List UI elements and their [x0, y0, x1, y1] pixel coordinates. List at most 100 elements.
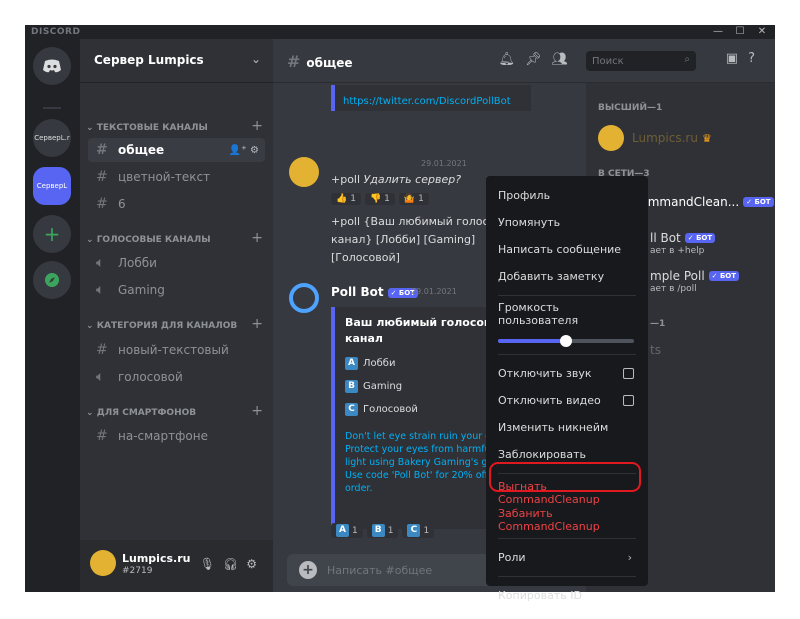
members-header: ⌕ ▣?: [586, 39, 775, 83]
menu-item-change-nickname[interactable]: Изменить никнейм: [494, 414, 640, 441]
add-channel-icon[interactable]: +: [251, 230, 263, 246]
inbox-icon[interactable]: ▣: [726, 51, 748, 66]
twitter-link[interactable]: https://twitter.com/DiscordPollBot: [343, 96, 511, 107]
user-tag: #2719: [122, 566, 153, 576]
reaction-thumbs-up[interactable]: 👍 1: [331, 193, 361, 205]
option-label: Голосовой: [363, 404, 418, 415]
user-name: Lumpics.ru: [122, 552, 191, 565]
add-channel-icon[interactable]: +: [251, 118, 263, 134]
volume-slider[interactable]: [498, 331, 636, 349]
reaction-thumbs-down[interactable]: 👎 1: [364, 193, 395, 205]
user-controls[interactable]: 🎙︎🎧︎⚙: [200, 557, 265, 571]
reaction-b[interactable]: B1: [366, 523, 399, 538]
reaction-shrug[interactable]: 🤷 1: [398, 193, 429, 205]
letter-c-icon: C: [407, 524, 421, 537]
add-channel-icon[interactable]: +: [251, 316, 263, 332]
slider-fill: [498, 339, 566, 343]
channel-label: на-смартфоне: [118, 429, 208, 443]
menu-item-profile[interactable]: Профиль: [494, 182, 640, 209]
add-server-button[interactable]: +: [33, 215, 71, 253]
hash-icon: #: [96, 142, 108, 158]
home-button[interactable]: [33, 47, 71, 85]
plus-icon: +: [43, 222, 61, 246]
menu-item-ban[interactable]: Забанить CommandCleanup: [494, 506, 640, 533]
members-icon[interactable]: 👥︎: [551, 52, 578, 67]
hash-icon: #: [287, 52, 301, 71]
help-icon[interactable]: ?: [748, 51, 765, 66]
link-embed: https://twitter.com/DiscordPollBot: [331, 85, 531, 111]
menu-item-message[interactable]: Написать сообщение: [494, 236, 640, 263]
channel-general[interactable]: # общее 👤⁺ ⚙: [88, 138, 265, 162]
checkbox[interactable]: [623, 368, 634, 379]
channel-lobby[interactable]: 🔈︎ Лобби: [88, 251, 265, 275]
headphones-icon[interactable]: 🎧︎: [223, 557, 246, 571]
member-status: ает в /poll: [650, 284, 697, 294]
member-item[interactable]: Lumpics.ru ♛: [598, 125, 712, 151]
bot-name[interactable]: Poll Bot ✓ БОТ: [331, 285, 418, 299]
close-button[interactable]: ✕: [751, 25, 773, 39]
checkbox[interactable]: [623, 395, 634, 406]
pin-icon[interactable]: 📌︎: [525, 52, 552, 67]
member-name[interactable]: ts: [650, 343, 661, 357]
menu-label: Отключить звук: [498, 367, 592, 380]
search-input[interactable]: [592, 54, 672, 68]
avatar[interactable]: [289, 157, 319, 187]
server-icon-1[interactable]: СервepL.r: [33, 119, 71, 157]
channel-new-text[interactable]: # новый-текстовый: [88, 338, 265, 362]
message-text: +poll {Ваш любимый голосо: [331, 215, 496, 228]
attach-plus-icon[interactable]: +: [299, 561, 317, 579]
reaction-c[interactable]: C1: [402, 523, 435, 538]
menu-item-mute[interactable]: Отключить звук: [494, 360, 640, 387]
microphone-icon[interactable]: 🎙︎: [200, 557, 223, 571]
minimize-button[interactable]: —: [707, 25, 729, 39]
header-icons[interactable]: 🔔︎📌︎👥︎: [498, 52, 578, 67]
poll-reactions: A1 B1 C1: [331, 523, 435, 538]
reaction-a[interactable]: A1: [331, 523, 363, 538]
hash-icon: #: [96, 169, 108, 185]
gear-icon[interactable]: ⚙: [246, 557, 265, 571]
category-text-channels[interactable]: ⌄ ТЕКСТОВЫЕ КАНАЛЫ: [86, 123, 208, 133]
menu-label: Отключить видео: [498, 394, 601, 407]
reaction-count: 1: [418, 194, 424, 204]
category-voice-channels[interactable]: ⌄ ГОЛОСОВЫЕ КАНАЛЫ: [86, 235, 211, 245]
message-reactions: 👍 1 👎 1 🤷 1: [331, 193, 429, 205]
category-channel-category[interactable]: ⌄ КАТЕГОРИЯ ДЛЯ КАНАЛОВ: [86, 321, 237, 331]
reaction-count: 1: [350, 194, 356, 204]
speaker-icon: 🔈︎: [96, 282, 105, 298]
menu-item-roles[interactable]: Роли ›: [494, 544, 640, 571]
bot-avatar[interactable]: [289, 283, 319, 313]
header-icons[interactable]: ▣?: [726, 51, 765, 66]
server-icon-2[interactable]: СервepL: [33, 167, 71, 205]
message-text: +poll Удалить сервер?: [331, 171, 461, 189]
channel-gaming[interactable]: 🔈︎ Gaming: [88, 278, 265, 302]
member-name: ll Bot: [650, 231, 681, 245]
message-date: 29.01.2021: [411, 287, 457, 296]
bell-icon[interactable]: 🔔︎: [498, 52, 525, 67]
option-label: Gaming: [363, 381, 403, 392]
channel-settings-icons[interactable]: 👤⁺ ⚙: [229, 145, 259, 156]
channel-color-text[interactable]: # цветной-текст: [88, 165, 265, 189]
letter-b-icon: B: [345, 380, 358, 393]
menu-item-copy-id[interactable]: Копировать ID: [494, 582, 640, 609]
message-input[interactable]: [327, 560, 477, 580]
menu-item-add-note[interactable]: Добавить заметку: [494, 263, 640, 290]
avatar[interactable]: [90, 550, 116, 576]
add-channel-icon[interactable]: +: [251, 403, 263, 419]
channel-title: # общее: [287, 52, 353, 71]
channel-voice[interactable]: 🔈︎ голосовой: [88, 365, 265, 389]
avatar: [598, 125, 624, 151]
search-box[interactable]: ⌕: [586, 51, 696, 71]
channel-on-smartphone[interactable]: # на-смартфоне: [88, 424, 265, 448]
slider-handle[interactable]: [560, 335, 572, 347]
crown-icon: ♛: [701, 131, 712, 145]
maximize-button[interactable]: ☐: [729, 25, 751, 39]
explore-servers-button[interactable]: [33, 261, 71, 299]
category-smartphones[interactable]: ⌄ ДЛЯ СМАРТФОНОВ: [86, 408, 196, 418]
menu-item-disable-video[interactable]: Отключить видео: [494, 387, 640, 414]
thumbs-up-icon: 👍: [336, 194, 348, 204]
channel-6[interactable]: # 6: [88, 192, 265, 216]
menu-item-mention[interactable]: Упомянуть: [494, 209, 640, 236]
chevron-down-icon: ⌄: [250, 52, 261, 66]
thumbs-down-icon: 👎: [369, 194, 382, 204]
server-header[interactable]: Сервер Lumpics ⌄: [80, 39, 273, 83]
